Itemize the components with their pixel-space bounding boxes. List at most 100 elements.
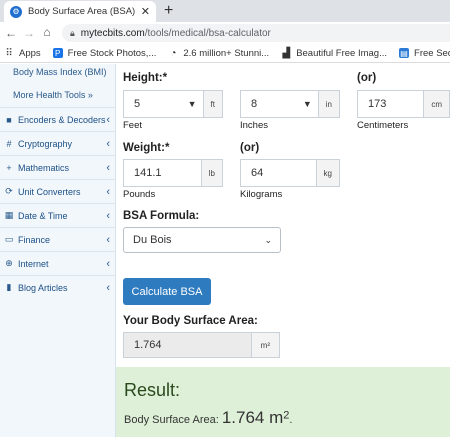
browser-tab-strip: ⚙ Body Surface Area (BSA) Calculat ✕ + (0, 0, 450, 22)
sidebar-item-unit-converters[interactable]: ⟳ Unit Converters ‹ (0, 179, 116, 203)
tab-title: Body Surface Area (BSA) Calculat (28, 6, 137, 17)
height-inches-value: 8 (251, 98, 258, 110)
feet-caption: Feet (123, 120, 143, 131)
sidebar: Body Mass Index (BMI) More Health Tools … (0, 64, 116, 437)
inches-caption: Inches (240, 120, 268, 131)
chevron-left-icon: ‹ (106, 137, 110, 150)
required-mark: * (162, 72, 168, 84)
bookmark-beautiful-free-images[interactable]: ▟ Beautiful Free Imag... (281, 48, 387, 59)
feet-unit-badge: ft (202, 91, 222, 117)
globe-icon: ⊕ (5, 258, 13, 268)
height-feet-select[interactable]: 5 ▼ ft (123, 90, 223, 118)
body-surface-area-value: 1.764 (134, 339, 162, 351)
bookmark-label: 2.6 million+ Stunni... (183, 47, 270, 59)
body-surface-area-output: 1.764 m² (123, 332, 280, 358)
forward-arrow-icon[interactable]: → (20, 26, 38, 40)
encoder-icon: ■ (6, 114, 12, 125)
refresh-icon: ⟳ (5, 186, 13, 196)
inches-unit-badge: in (317, 91, 339, 117)
chevron-left-icon: ‹ (106, 209, 110, 222)
sidebar-item-cryptography[interactable]: # Cryptography ‹ (0, 131, 116, 155)
sidebar-link-bmi[interactable]: Body Mass Index (BMI) (13, 67, 107, 77)
bookmark-apps[interactable]: ⠿ Apps (4, 47, 41, 59)
height-cm-value: 173 (368, 98, 387, 110)
bookmark-seo-tools[interactable]: ▤ Free Seo Tools for k... (399, 48, 450, 59)
height-feet-value: 5 (134, 98, 141, 110)
weight-pounds-value: 141.1 (134, 167, 162, 179)
url-text: mytecbits.com/tools/medical/bsa-calculat… (81, 28, 271, 39)
chevron-left-icon: ‹ (106, 185, 110, 198)
sidebar-item-label: Internet (18, 258, 49, 269)
height-label: Height:* (123, 72, 167, 84)
back-arrow-icon[interactable]: ← (2, 26, 20, 40)
weight-or-label: (or) (240, 142, 260, 154)
seo-tools-icon: ▤ (399, 48, 410, 58)
height-or-label: (or) (357, 72, 377, 84)
bsa-formula-selected: Du Bois (133, 234, 172, 246)
apps-grid-icon: ⠿ (5, 47, 13, 59)
calendar-icon: ▦ (4, 210, 14, 220)
unsplash-icon: ▟ (281, 47, 292, 59)
bookmark-stunning[interactable]: ◔ 2.6 million+ Stunni... (168, 48, 269, 59)
result-panel: Result: Body Surface Area: 1.764 m2. (116, 367, 450, 437)
sidebar-item-finance[interactable]: ▭ Finance ‹ (0, 227, 116, 251)
url-host: mytecbits.com (80, 27, 145, 39)
book-icon: ▮ (6, 282, 12, 292)
bookmark-label: Beautiful Free Imag... (296, 47, 388, 59)
weight-kilograms-input[interactable]: 64 kg (240, 159, 340, 187)
url-omnibox[interactable]: 🔒︎ mytecbits.com/tools/medical/bsa-calcu… (62, 24, 450, 42)
sidebar-item-mathematics[interactable]: + Mathematics ‹ (0, 155, 116, 179)
plus-icon: + (6, 162, 12, 173)
result-text: Body Surface Area: 1.764 m2. (124, 408, 292, 428)
weight-pounds-input[interactable]: 141.1 lb (123, 159, 223, 187)
pounds-unit-badge: lb (200, 160, 222, 186)
new-tab-plus-icon[interactable]: + (164, 2, 173, 20)
chevron-down-icon: ⌄ (264, 234, 272, 245)
sidebar-item-label: Finance (18, 234, 51, 245)
kilograms-unit-badge: kg (315, 160, 339, 186)
sidebar-link-more-health-tools[interactable]: More Health Tools » (13, 90, 93, 100)
sidebar-item-encoders-decoders[interactable]: ■ Encoders & Decoders ‹ (0, 107, 116, 131)
required-mark: * (164, 142, 170, 154)
pixabay-icon: ◔ (168, 47, 179, 59)
sidebar-item-internet[interactable]: ⊕ Internet ‹ (0, 251, 116, 275)
pounds-caption: Pounds (123, 189, 156, 200)
calculate-bsa-button[interactable]: Calculate BSA (123, 278, 211, 305)
bsa-calculator-form: Height:* (or) 5 ▼ ft Feet 8 ▼ in Inches … (116, 64, 450, 437)
bsa-formula-select[interactable]: Du Bois ⌄ (123, 227, 281, 253)
bookmark-label: Apps (19, 47, 41, 59)
browser-tab[interactable]: ⚙ Body Surface Area (BSA) Calculat ✕ (4, 1, 156, 22)
tab-close-icon[interactable]: ✕ (141, 5, 150, 18)
weight-label-text: Weight: (123, 142, 165, 154)
sidebar-item-date-time[interactable]: ▦ Date & Time ‹ (0, 203, 116, 227)
money-icon: ▭ (4, 234, 14, 244)
result-value: 1.764 m (221, 408, 284, 427)
sidebar-item-label: Encoders & Decoders (18, 114, 106, 125)
centimeters-caption: Centimeters (357, 120, 409, 131)
chevron-left-icon: ‹ (106, 281, 110, 294)
bookmark-free-stock-photos[interactable]: P Free Stock Photos,... (52, 47, 157, 59)
chevron-left-icon: ‹ (106, 233, 110, 246)
chevron-left-icon: ‹ (106, 113, 110, 126)
key-icon: # (6, 138, 12, 149)
sidebar-item-label: Date & Time (18, 210, 68, 221)
square-meter-unit-badge: m² (250, 333, 279, 357)
bookmark-label: Free Stock Photos,... (67, 47, 157, 59)
bookmark-label: Free Seo Tools for k... (414, 47, 450, 59)
kilograms-caption: Kilograms (240, 189, 283, 200)
weight-kilograms-value: 64 (251, 167, 264, 179)
result-heading: Result: (124, 380, 181, 400)
chevron-left-icon: ‹ (106, 257, 110, 270)
url-path: /tools/medical/bsa-calculator (144, 27, 271, 39)
sidebar-item-label: Unit Converters (18, 186, 81, 197)
home-icon[interactable]: ⌂ (38, 25, 56, 39)
sidebar-item-label: Cryptography (18, 138, 73, 149)
height-cm-input[interactable]: 173 cm (357, 90, 450, 118)
chevron-down-icon: ▼ (302, 99, 312, 109)
sidebar-item-blog-articles[interactable]: ▮ Blog Articles ‹ (0, 275, 116, 299)
chevron-down-icon: ▼ (187, 99, 197, 109)
pexels-icon: P (52, 48, 63, 58)
lock-icon: 🔒︎ (70, 27, 75, 38)
height-inches-select[interactable]: 8 ▼ in (240, 90, 340, 118)
weight-label: Weight:* (123, 142, 169, 154)
